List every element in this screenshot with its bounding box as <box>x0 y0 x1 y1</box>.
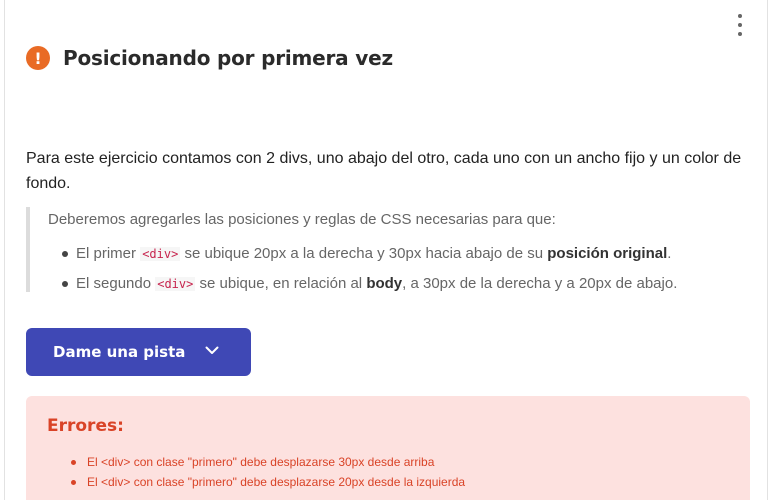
exercise-card: ! Posicionando por primera vez Para este… <box>4 0 768 500</box>
errors-panel: Errores: El <div> con clase "primero" de… <box>26 396 750 500</box>
more-options-icon[interactable] <box>735 14 745 36</box>
exercise-header: ! Posicionando por primera vez <box>26 46 393 70</box>
instructions-list: El primer <div> se ubique 20px a la dere… <box>48 239 726 299</box>
hint-button-label: Dame una pista <box>53 343 186 361</box>
error-item: El <div> con clase "primero" debe despla… <box>71 452 729 472</box>
intro-text: Para este ejercicio contamos con 2 divs,… <box>26 150 742 192</box>
alert-icon: ! <box>26 46 50 70</box>
list-item: El segundo <div> se ubique, en relación … <box>62 269 726 299</box>
hint-button[interactable]: Dame una pista <box>26 328 251 376</box>
error-item: El <div> con clase "primero" debe despla… <box>71 472 729 492</box>
errors-title: Errores: <box>47 416 124 436</box>
code-snippet: <div> <box>155 277 196 291</box>
instructions-lead: Deberemos agregarles las posiciones y re… <box>48 211 556 228</box>
chevron-down-icon <box>205 346 219 354</box>
list-item: El primer <div> se ubique 20px a la dere… <box>62 239 726 269</box>
code-snippet: <div> <box>140 247 181 261</box>
page-title: Posicionando por primera vez <box>63 46 393 70</box>
errors-list: El <div> con clase "primero" debe despla… <box>47 452 729 492</box>
instructions-quote: Deberemos agregarles las posiciones y re… <box>26 207 726 292</box>
